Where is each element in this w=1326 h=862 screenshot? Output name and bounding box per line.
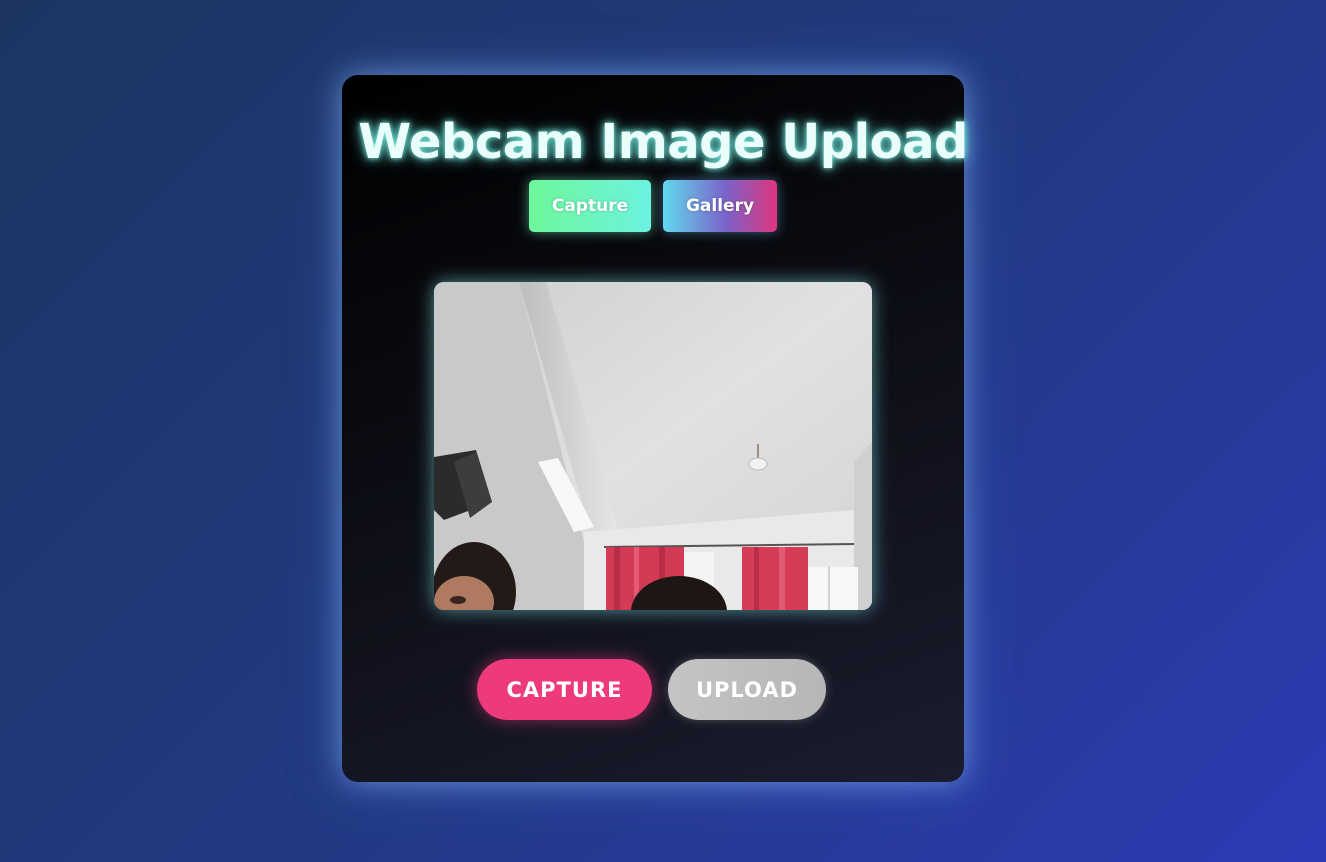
tab-capture[interactable]: Capture [529,180,651,232]
upload-button[interactable]: UPLOAD [668,659,826,720]
webcam-preview [434,282,872,610]
capture-button[interactable]: CAPTURE [477,659,652,720]
tab-gallery[interactable]: Gallery [663,180,777,232]
webcam-feed-image [434,282,872,610]
page-title: Webcam Image Upload [358,114,968,170]
